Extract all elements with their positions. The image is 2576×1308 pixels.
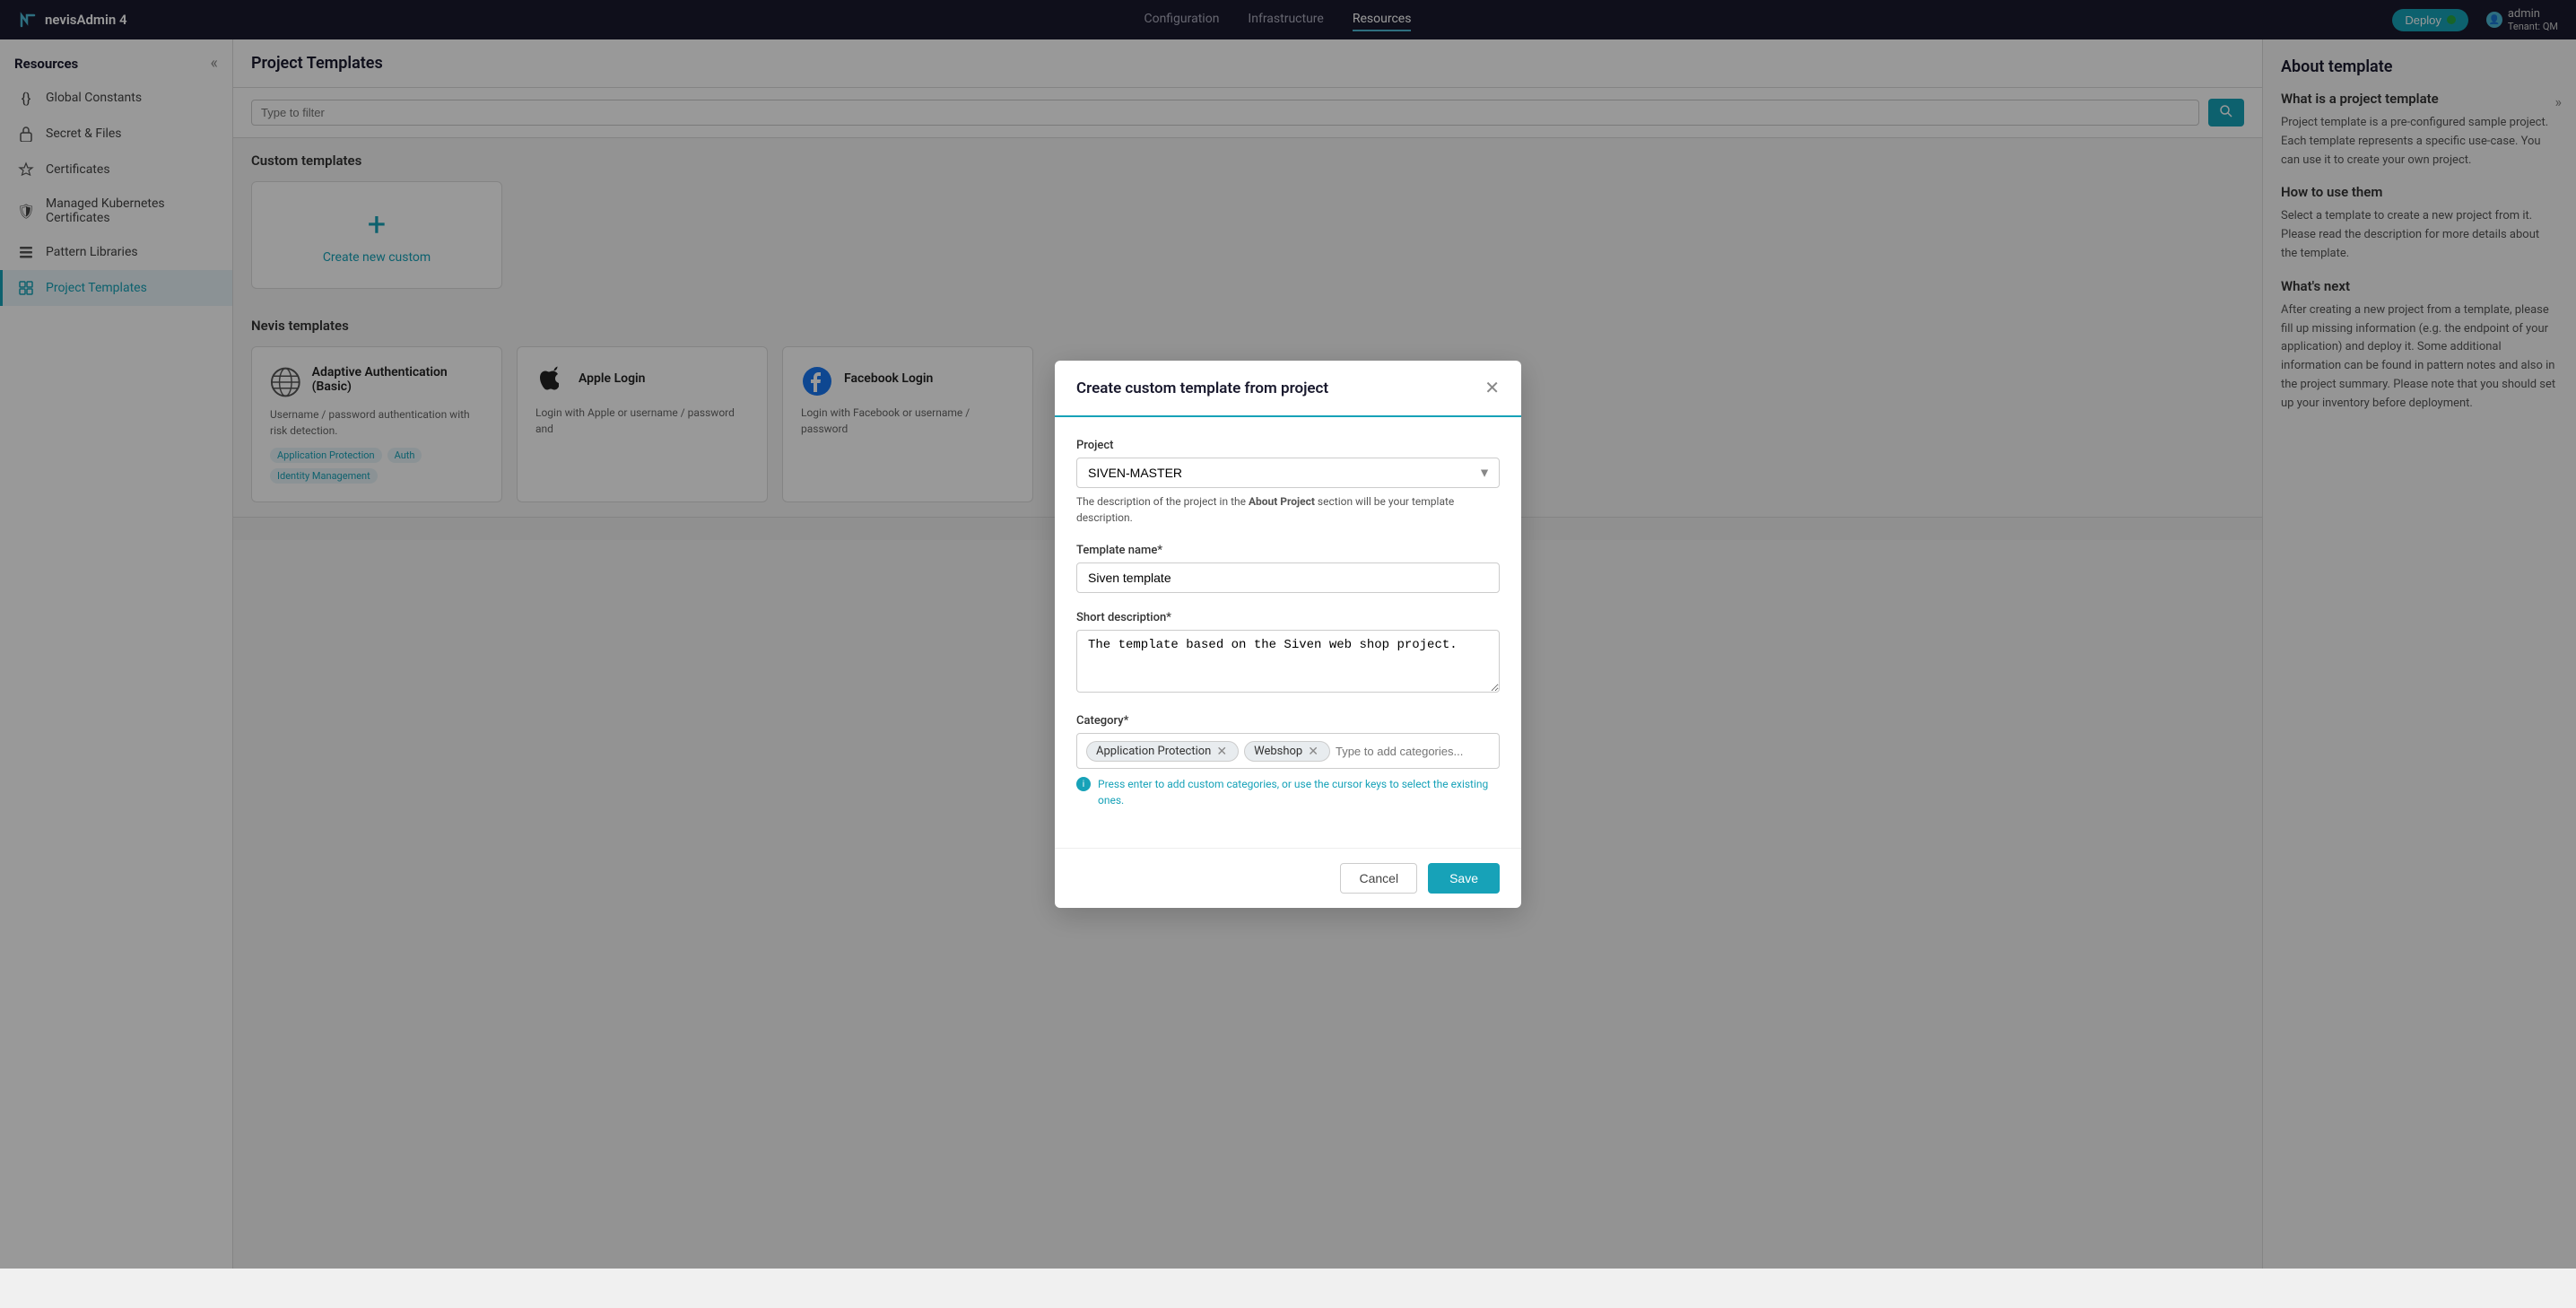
remove-app-protection-tag[interactable]: ✕: [1214, 744, 1229, 759]
category-tag-label: Application Protection: [1096, 745, 1211, 758]
modal-overlay[interactable]: Create custom template from project ✕ Pr…: [0, 0, 2576, 1269]
category-hint-text: Press enter to add custom categories, or…: [1098, 776, 1500, 808]
template-name-group: Template name*: [1076, 544, 1500, 593]
template-name-label: Template name*: [1076, 544, 1500, 557]
info-icon: i: [1076, 777, 1091, 791]
short-description-input[interactable]: The template based on the Siven web shop…: [1076, 630, 1500, 693]
modal-footer: Cancel Save: [1055, 848, 1521, 908]
template-name-input[interactable]: [1076, 562, 1500, 593]
create-template-modal: Create custom template from project ✕ Pr…: [1055, 361, 1521, 908]
project-hint: The description of the project in the Ab…: [1076, 493, 1500, 526]
category-label: Category*: [1076, 714, 1500, 728]
cancel-button[interactable]: Cancel: [1340, 863, 1417, 894]
modal-header: Create custom template from project ✕: [1055, 361, 1521, 417]
modal-close-button[interactable]: ✕: [1484, 377, 1500, 399]
modal-title: Create custom template from project: [1076, 379, 1328, 397]
project-select[interactable]: SIVEN-MASTER: [1076, 458, 1500, 488]
remove-webshop-tag[interactable]: ✕: [1306, 744, 1320, 759]
category-hint: i Press enter to add custom categories, …: [1076, 776, 1500, 808]
category-group: Category* Application Protection ✕ Websh…: [1076, 714, 1500, 808]
project-label: Project: [1076, 439, 1500, 452]
category-input[interactable]: [1336, 745, 1490, 758]
category-tag-webshop: Webshop ✕: [1244, 741, 1330, 762]
save-button[interactable]: Save: [1428, 863, 1500, 894]
hint-prefix: The description of the project in the: [1076, 495, 1249, 508]
category-field-container[interactable]: Application Protection ✕ Webshop ✕: [1076, 733, 1500, 769]
modal-body: Project SIVEN-MASTER ▼ The description o…: [1055, 417, 1521, 848]
short-description-group: Short description* The template based on…: [1076, 611, 1500, 696]
hint-bold: About Project: [1249, 495, 1315, 508]
short-description-label: Short description*: [1076, 611, 1500, 624]
project-select-wrapper: SIVEN-MASTER ▼: [1076, 458, 1500, 488]
category-tag-label: Webshop: [1254, 745, 1302, 758]
category-tag-app-protection: Application Protection ✕: [1086, 741, 1239, 762]
project-field-group: Project SIVEN-MASTER ▼ The description o…: [1076, 439, 1500, 526]
